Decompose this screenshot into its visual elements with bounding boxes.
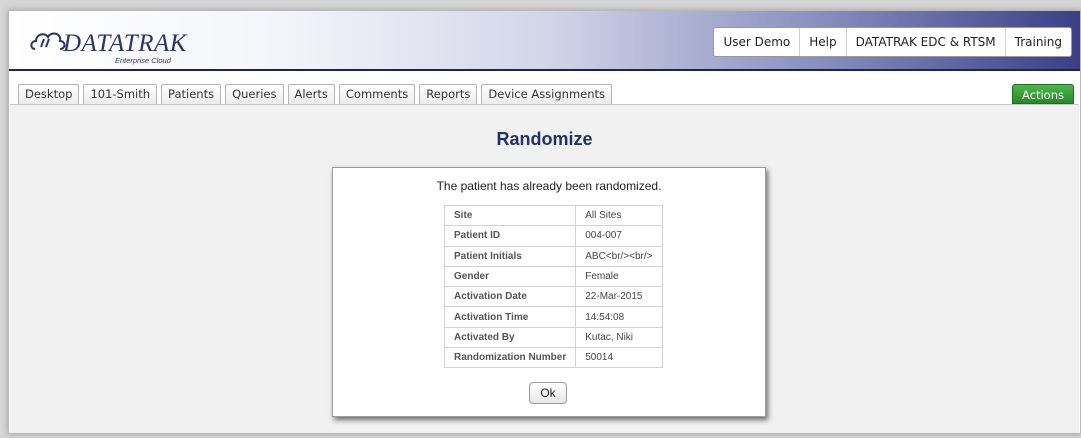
table-row: Patient Initials ABC<br/><br/> bbox=[443, 245, 663, 267]
product-menu[interactable]: DATATRAK EDC & RTSM bbox=[845, 28, 1005, 56]
tab-patients[interactable]: Patients bbox=[161, 84, 222, 104]
row-value: ABC<br/><br/> bbox=[575, 245, 663, 267]
tab-comments[interactable]: Comments bbox=[338, 84, 416, 104]
row-value: 50014 bbox=[575, 347, 663, 369]
row-label: Site bbox=[443, 204, 577, 227]
table-row: Patient ID 004-007 bbox=[443, 225, 663, 247]
datatrak-logo[interactable]: DATATRAK Enterprise Cloud bbox=[29, 25, 209, 65]
row-label: Activated By bbox=[443, 326, 577, 349]
randomize-dialog: The patient has already been randomized.… bbox=[332, 167, 766, 417]
row-value: 22-Mar-2015 bbox=[575, 286, 663, 308]
row-label: Activation Time bbox=[443, 306, 577, 328]
table-row: Site All Sites bbox=[443, 204, 663, 227]
tab-reports[interactable]: Reports bbox=[419, 84, 478, 104]
training-link[interactable]: Training bbox=[1004, 28, 1071, 56]
patient-info-table: Site All Sites Patient ID 004-007 Patien… bbox=[443, 204, 663, 369]
table-row: Activated By Kutac, Niki bbox=[443, 326, 663, 349]
top-navigation: User Demo Help DATATRAK EDC & RTSM Train… bbox=[713, 27, 1072, 57]
table-row: Randomization Number 50014 bbox=[443, 347, 663, 369]
row-value: 004-007 bbox=[575, 225, 663, 247]
row-label: Patient ID bbox=[443, 225, 577, 247]
tab-bar: Desktop 101-Smith Patients Queries Alert… bbox=[18, 84, 613, 104]
app-window: DATATRAK Enterprise Cloud User Demo Help… bbox=[8, 10, 1081, 434]
tab-desktop[interactable]: Desktop bbox=[18, 84, 80, 104]
row-value: Female bbox=[575, 265, 663, 288]
user-menu[interactable]: User Demo bbox=[714, 28, 799, 56]
header-bar: DATATRAK Enterprise Cloud User Demo Help… bbox=[9, 11, 1080, 71]
actions-button[interactable]: Actions bbox=[1011, 84, 1074, 104]
tab-queries[interactable]: Queries bbox=[225, 84, 284, 104]
help-link[interactable]: Help bbox=[799, 28, 845, 56]
ok-button[interactable]: Ok bbox=[529, 382, 567, 404]
row-value: Kutac, Niki bbox=[575, 326, 663, 349]
row-label: Gender bbox=[443, 265, 577, 288]
logo-subtitle: Enterprise Cloud bbox=[115, 56, 171, 65]
logo-text: DATATRAK bbox=[63, 30, 187, 57]
tab-device-assignments[interactable]: Device Assignments bbox=[481, 84, 613, 104]
tab-101-smith[interactable]: 101-Smith bbox=[83, 84, 158, 104]
row-label: Randomization Number bbox=[443, 347, 577, 369]
row-value: All Sites bbox=[575, 204, 663, 227]
row-value: 14:54:08 bbox=[575, 306, 663, 328]
row-label: Patient Initials bbox=[443, 245, 577, 267]
table-row: Gender Female bbox=[443, 265, 663, 288]
table-row: Activation Date 22-Mar-2015 bbox=[443, 286, 663, 308]
page-title: Randomize bbox=[496, 129, 593, 149]
main-content: Randomize The patient has already been r… bbox=[10, 104, 1079, 433]
row-label: Activation Date bbox=[443, 286, 577, 308]
dialog-message: The patient has already been randomized. bbox=[436, 179, 662, 193]
tab-alerts[interactable]: Alerts bbox=[287, 84, 335, 104]
table-row: Activation Time 14:54:08 bbox=[443, 306, 663, 328]
